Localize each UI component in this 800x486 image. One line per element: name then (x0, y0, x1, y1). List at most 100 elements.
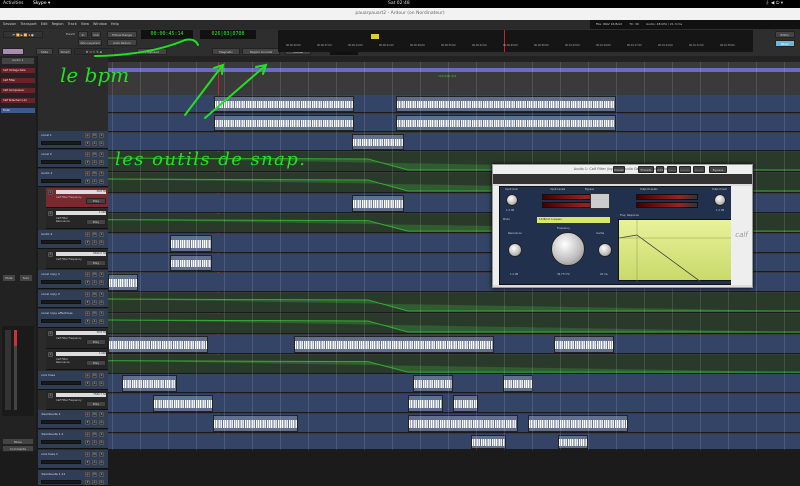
processor-box-item[interactable]: Calf Filter (1, 78, 35, 83)
track-fader[interactable] (41, 319, 81, 323)
group-button[interactable]: G (99, 141, 104, 146)
automation-mode-dropdown[interactable]: Play (86, 198, 106, 204)
audio-region[interactable] (213, 415, 298, 432)
audio-region[interactable] (108, 336, 208, 353)
edit-point-dropdown[interactable]: Playhead (137, 48, 167, 55)
record-button[interactable]: ● (85, 452, 90, 457)
solo-button[interactable]: S (99, 373, 104, 378)
bypass-switch[interactable] (590, 193, 610, 209)
group-button[interactable]: G (99, 319, 104, 324)
record-button[interactable]: ● (85, 432, 90, 437)
audio-region[interactable] (214, 96, 354, 112)
automation-button[interactable]: A (92, 300, 97, 305)
audio-region[interactable] (554, 336, 614, 353)
audio-region[interactable] (503, 375, 533, 392)
mute-button[interactable]: M (92, 232, 97, 237)
track-header[interactable]: disonbeute 1.11 ● M S P A G (38, 470, 108, 486)
timecode-ruler[interactable] (108, 56, 800, 62)
mute-button[interactable]: M (92, 292, 97, 297)
solo-button[interactable]: S (99, 152, 104, 157)
close-icon[interactable]: ✕ (48, 393, 53, 398)
audio-region[interactable] (413, 375, 453, 392)
group-button[interactable]: G (99, 240, 104, 245)
automation-button[interactable]: A (92, 381, 97, 386)
automation-button[interactable]: A (92, 319, 97, 324)
automation-button[interactable]: A (92, 160, 97, 165)
activities-button[interactable]: Activities (3, 1, 24, 6)
solo-button[interactable]: S (99, 292, 104, 297)
edit-mode-dropdown[interactable]: Slide (36, 48, 53, 55)
track-header[interactable]: vocal copy 2 ● M S P A G (38, 290, 108, 308)
input-gain-knob[interactable] (506, 194, 518, 206)
secondary-clock[interactable]: 026|03|0708 (200, 30, 256, 39)
track-name[interactable]: vocal 1 (41, 133, 52, 137)
transport-buttons[interactable]: ⏮ ⏪ ▶ ⏩ ⏹ ● (3, 31, 43, 38)
record-button[interactable]: ● (85, 272, 90, 277)
automation-button[interactable]: A (92, 179, 97, 184)
punch-in-button[interactable]: In (78, 31, 88, 38)
automation-lane[interactable] (108, 314, 800, 334)
output-gain-knob[interactable] (714, 194, 726, 206)
range-bar[interactable] (108, 68, 800, 72)
automation-value[interactable]: 1.000 (56, 352, 106, 356)
automation-value[interactable]: 39.8 Hz (56, 331, 106, 335)
track-header[interactable]: disonbeute 1 ● M S P A G (38, 410, 108, 429)
solo-button[interactable]: Solo (19, 274, 33, 282)
automation-lane-header[interactable]: ✕ 6820.0 Hz Calf Filter Frequency Play (46, 250, 108, 269)
close-icon[interactable]: ✕ (48, 190, 53, 195)
record-button[interactable]: ● (85, 232, 90, 237)
track-name[interactable]: vocal copy 1 (41, 272, 60, 276)
playlist-button[interactable]: P (85, 240, 90, 245)
track-header[interactable]: voix hess 1 ● M S P A G (38, 450, 108, 469)
track-lane[interactable] (108, 335, 800, 354)
bypass-button[interactable]: Bypass (709, 166, 727, 173)
automation-lane-header[interactable]: ✕ 3580.7 Hz Calf Filter Frequency Play (46, 391, 108, 410)
menu-view[interactable]: View (81, 22, 89, 26)
automation-mode-dropdown[interactable]: Play (86, 401, 106, 407)
solo-button[interactable]: S (99, 432, 104, 437)
playlist-button[interactable]: P (85, 381, 90, 386)
audio-region[interactable] (408, 395, 443, 412)
menu-track[interactable]: Track (68, 22, 77, 26)
automation-value[interactable]: 1.000 (56, 211, 106, 215)
close-icon[interactable]: ✕ (48, 331, 53, 336)
automation-button[interactable]: A (92, 480, 97, 485)
system-tray-icons[interactable]: ⏚ ◀ ⏻ ▾ (765, 0, 783, 8)
automation-value[interactable]: 3580.7 Hz (56, 393, 106, 397)
processor-box-item[interactable]: Calf Sidechain Lim (1, 98, 35, 103)
automation-lane-header[interactable]: ✕ 1.000 Calf Filter Resonance Play (46, 350, 108, 370)
mute-button[interactable]: M (92, 412, 97, 417)
track-header[interactable]: voix hess ● M S P A G (38, 371, 108, 390)
playlist-button[interactable]: P (85, 319, 90, 324)
inertia-knob[interactable] (598, 243, 612, 257)
audio-region[interactable] (170, 235, 212, 252)
group-button[interactable]: G (99, 420, 104, 425)
save-preset-button[interactable]: Save (667, 166, 677, 173)
non-layered-button[interactable]: Non-Layered (78, 39, 102, 46)
track-lane[interactable] (108, 434, 800, 450)
track-name[interactable]: voix hess (41, 373, 55, 377)
track-name[interactable]: vocal copy effectives (41, 311, 73, 315)
track-lane[interactable] (108, 114, 800, 132)
solo-button[interactable]: S (99, 452, 104, 457)
track-fader[interactable] (41, 240, 81, 244)
automation-lane-header[interactable]: ✕ 1.000 Calf Filter Resonance Play (46, 209, 108, 229)
track-header[interactable]: vocal copy effectives ● M S P A G (38, 309, 108, 328)
playlist-button[interactable]: P (85, 141, 90, 146)
mute-button[interactable]: M (92, 373, 97, 378)
group-button[interactable]: G (99, 381, 104, 386)
audio-region[interactable] (352, 195, 404, 212)
playlist-button[interactable]: P (85, 420, 90, 425)
solo-button[interactable]: S (99, 272, 104, 277)
strip-name[interactable]: Audio 1 (2, 58, 34, 64)
audio-region[interactable] (153, 395, 213, 412)
playlist-button[interactable]: P (85, 280, 90, 285)
automation-mode-dropdown[interactable]: Play (86, 339, 106, 345)
track-fader[interactable] (41, 179, 81, 183)
skype-app-menu[interactable]: Skype ▾ (33, 1, 50, 6)
group-button[interactable]: G (99, 300, 104, 305)
track-header[interactable]: vocal 1 ● M S P A G (38, 131, 108, 149)
track-lane[interactable] (108, 133, 800, 151)
track-header[interactable]: Audio 2 ● M S P A G (38, 230, 108, 249)
track-header[interactable]: vocal 2 ● M S P A G (38, 150, 108, 168)
